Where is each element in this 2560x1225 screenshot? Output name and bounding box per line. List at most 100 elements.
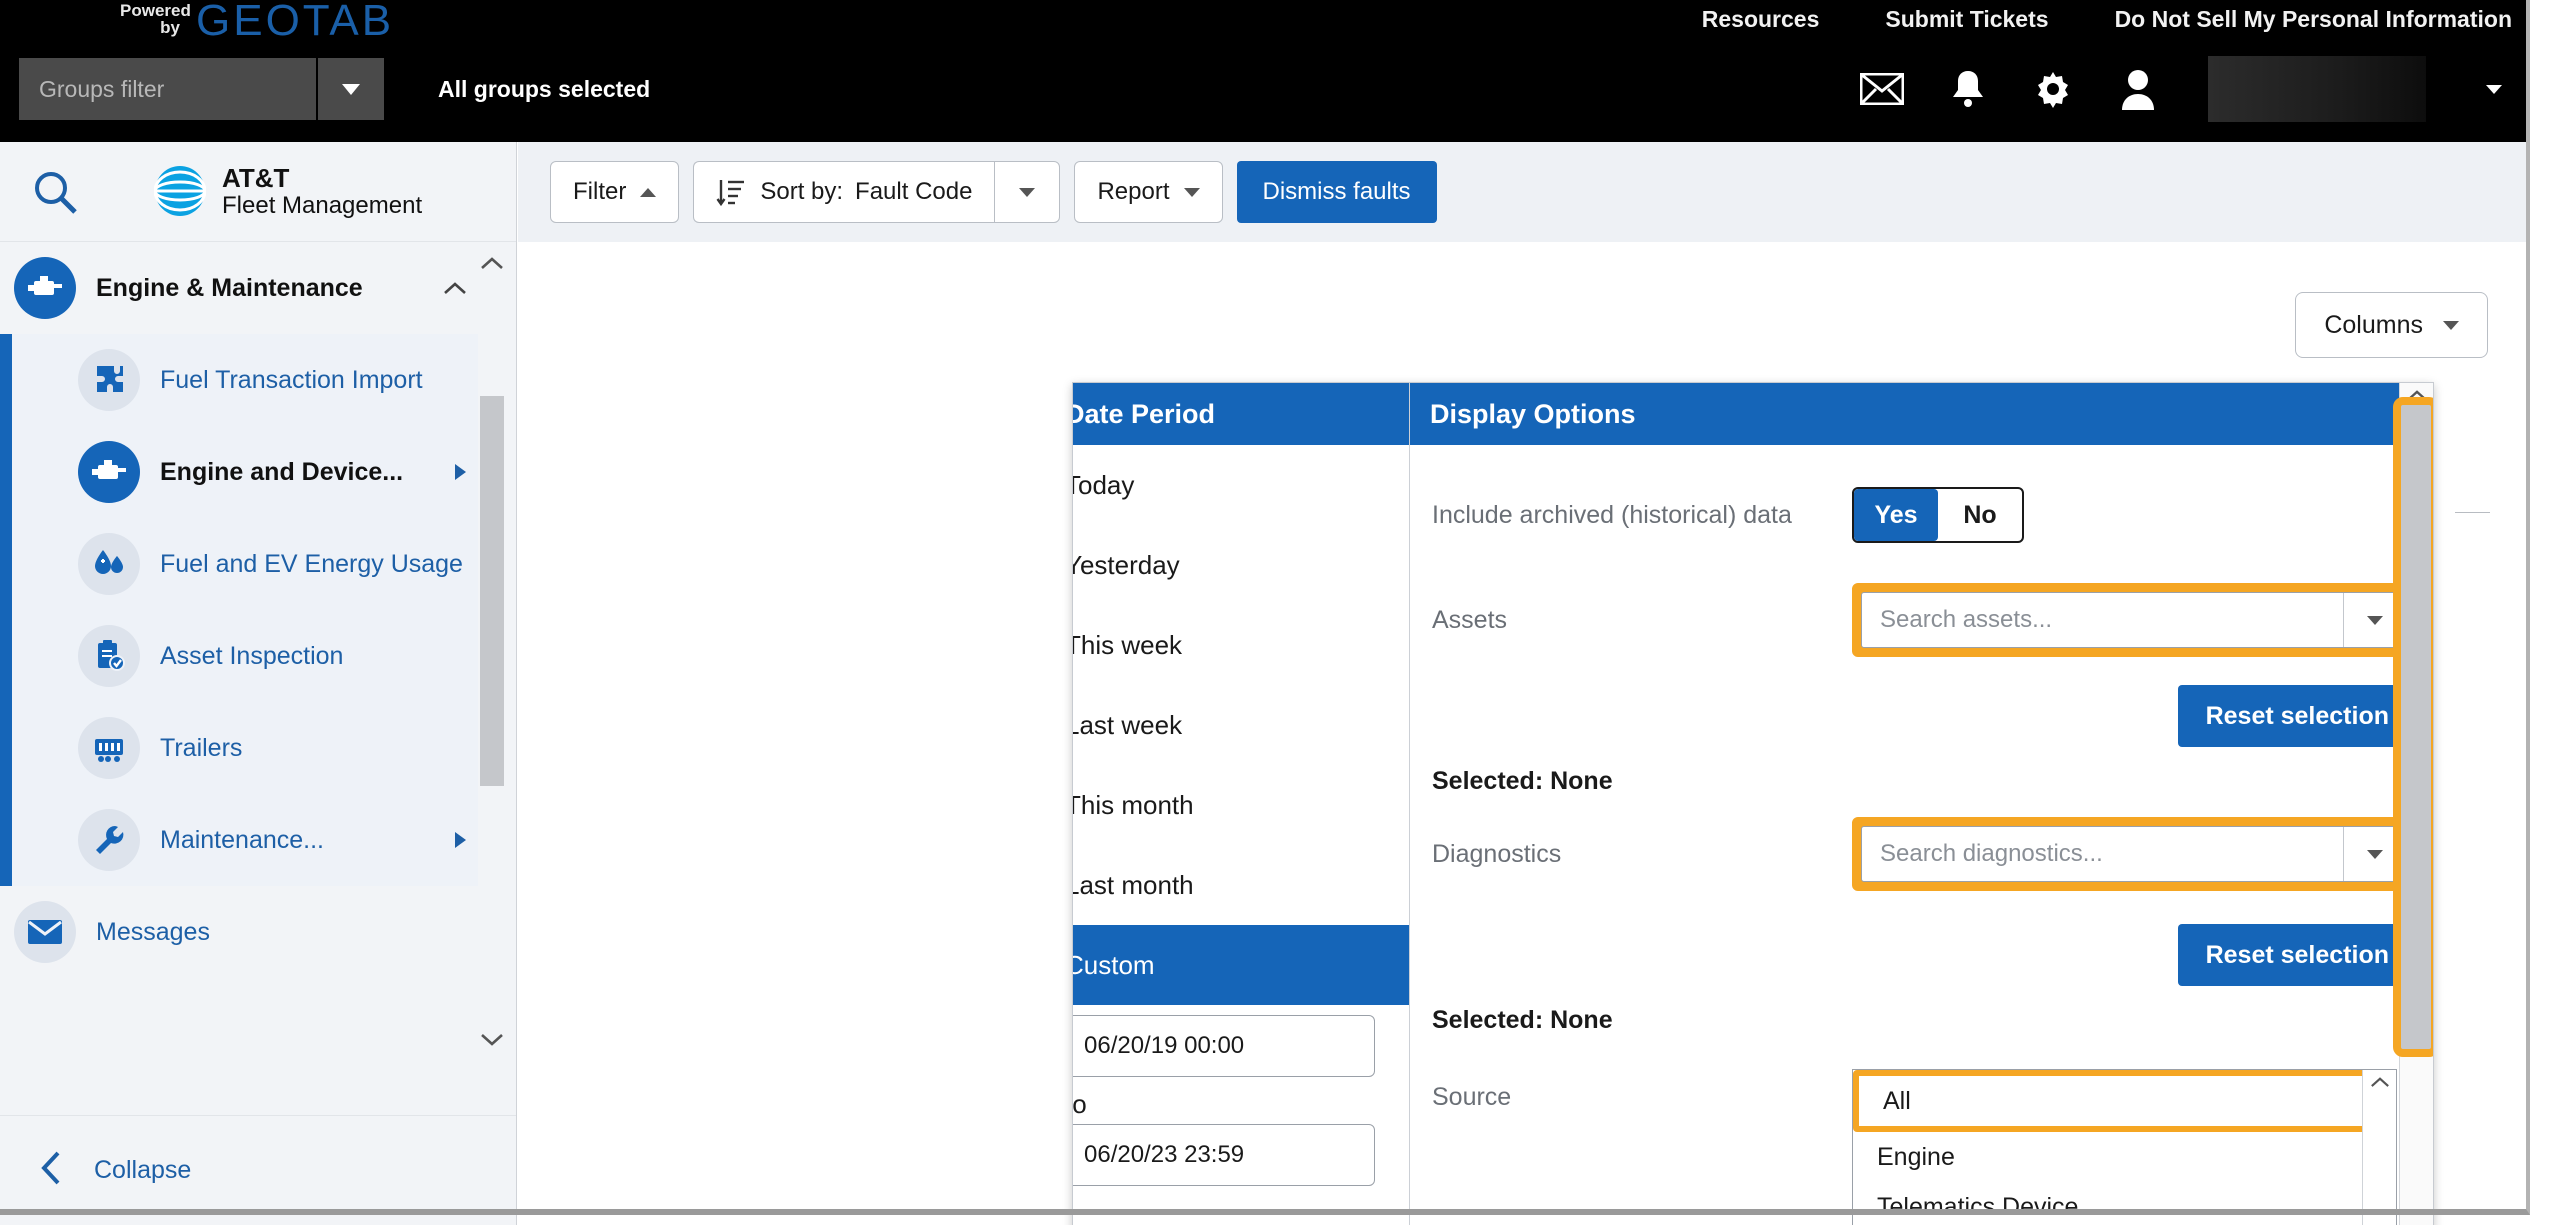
assets-label: Assets — [1432, 605, 1508, 634]
archived-yes-option[interactable]: Yes — [1854, 489, 1938, 541]
diagnostics-selected-status: Selected: None — [1432, 1006, 1613, 1034]
source-option-all[interactable]: All — [1859, 1076, 2390, 1126]
geotab-logo: GEOTAB — [196, 0, 395, 45]
date-to-label: to — [1072, 1089, 1087, 1119]
date-option-last-month[interactable]: Last month — [1073, 845, 1409, 925]
filter-button[interactable]: Filter — [550, 161, 680, 223]
right-gutter — [2530, 0, 2560, 1225]
att-globe-icon — [154, 166, 206, 217]
date-option-today[interactable]: Today — [1073, 445, 1409, 525]
mail-icon — [14, 901, 76, 963]
engine-icon — [14, 257, 76, 319]
archived-no-option[interactable]: No — [1938, 489, 2022, 541]
sidebar-item-label: Fuel Transaction Import — [160, 365, 423, 394]
sort-icon — [716, 177, 746, 207]
report-button[interactable]: Report — [1074, 161, 1223, 223]
date-period-column: Date Period Today Yesterday This week La… — [1072, 383, 1410, 1225]
sidebar-header: AT&T Fleet Management — [0, 142, 516, 242]
assets-selected-status: Selected: None — [1432, 767, 1613, 795]
groups-filter-caret[interactable] — [316, 58, 384, 120]
source-listbox-scrollbar[interactable] — [2362, 1070, 2396, 1225]
assets-reset-selection-button[interactable]: Reset selection — [2177, 685, 2417, 747]
user-name-redacted[interactable] — [2208, 56, 2426, 122]
chevron-down-icon — [1183, 187, 1200, 197]
scroll-up-arrow-icon[interactable] — [2370, 1076, 2389, 1088]
att-brand: AT&T Fleet Management — [154, 162, 422, 220]
gear-icon[interactable] — [2032, 68, 2074, 110]
columns-button[interactable]: Columns — [2295, 292, 2488, 358]
diagnostics-highlight-box: Search diagnostics... — [1852, 817, 2415, 891]
search-icon[interactable] — [26, 169, 84, 215]
chevron-up-icon — [640, 187, 657, 197]
sidebar-item-label: Messages — [96, 917, 210, 946]
filter-panel-scroll-thumb[interactable] — [2393, 397, 2433, 1057]
chevron-down-icon — [1019, 187, 1036, 197]
sidebar-item-fuel-transaction-import[interactable]: Fuel Transaction Import — [0, 334, 500, 426]
brand-line-1: AT&T — [222, 162, 290, 193]
chevron-up-icon[interactable] — [444, 281, 466, 295]
archived-data-toggle[interactable]: Yes No — [1852, 487, 2024, 543]
groups-filter-input[interactable]: Groups filter — [19, 76, 316, 103]
chevron-down-icon — [2443, 320, 2459, 330]
diagnostics-reset-selection-button[interactable]: Reset selection — [2177, 924, 2417, 986]
diagnostics-reset-row: Reset selection — [1410, 912, 2433, 998]
sort-by-control: Sort by: Fault Code — [693, 161, 1061, 223]
diagnostics-search-combo[interactable]: Search diagnostics... — [1861, 826, 2406, 882]
sidebar-item-fuel-ev-energy-usage[interactable]: Fuel and EV Energy Usage — [0, 518, 500, 610]
date-option-this-month[interactable]: This month — [1073, 765, 1409, 845]
sidebar-item-trailers[interactable]: Trailers — [0, 702, 500, 794]
sort-by-caret-button[interactable] — [994, 161, 1061, 223]
sidebar-scroll-track[interactable] — [478, 280, 506, 1022]
chevron-right-icon — [455, 832, 466, 848]
chevron-down-icon — [2366, 849, 2383, 859]
user-icon[interactable] — [2120, 68, 2156, 110]
source-row: Source All Engine Telematics Device — [1410, 1069, 2433, 1225]
date-from-input[interactable]: 06/20/19 00:00 — [1073, 1015, 1375, 1077]
date-option-this-week[interactable]: This week — [1073, 605, 1409, 685]
sidebar-group-engine-maintenance[interactable]: Engine & Maintenance — [0, 242, 500, 334]
sidebar-scrollbar[interactable] — [478, 246, 506, 1056]
user-menu-caret[interactable] — [2486, 84, 2502, 94]
app-root: Powered by GEOTAB Groups filter All grou… — [0, 0, 2560, 1225]
powered-word: Powered — [120, 1, 191, 20]
date-to-input[interactable]: 06/20/23 23:59 — [1073, 1124, 1375, 1186]
assets-search-combo[interactable]: Search assets... — [1861, 592, 2406, 648]
nav-link-submit-tickets[interactable]: Submit Tickets — [1885, 6, 2048, 33]
sort-by-value: Fault Code — [855, 178, 973, 205]
active-indicator-bar — [0, 334, 12, 886]
sidebar-item-asset-inspection[interactable]: Asset Inspection — [0, 610, 500, 702]
assets-search-input[interactable]: Search assets... — [1862, 593, 2343, 647]
sidebar-item-label: Engine and Device... — [160, 457, 404, 486]
sidebar-collapse-button[interactable]: Collapse — [0, 1115, 516, 1225]
source-option-telematics-device[interactable]: Telematics Device — [1853, 1182, 2396, 1225]
sidebar-item-messages[interactable]: Messages — [0, 886, 500, 978]
filter-dropdown-panel: Date Period Today Yesterday This week La… — [1072, 382, 2434, 1225]
source-option-engine[interactable]: Engine — [1853, 1132, 2396, 1182]
sidebar-item-engine-and-device[interactable]: Engine and Device... — [0, 426, 500, 518]
chevron-down-icon — [2366, 615, 2383, 625]
report-label: Report — [1097, 178, 1170, 205]
nav-link-resources[interactable]: Resources — [1702, 6, 1820, 33]
sort-by-button[interactable]: Sort by: Fault Code — [693, 161, 995, 223]
groups-filter-dropdown[interactable]: Groups filter — [19, 58, 384, 120]
date-option-yesterday[interactable]: Yesterday — [1073, 525, 1409, 605]
sidebar-item-maintenance[interactable]: Maintenance... — [0, 794, 500, 886]
scroll-down-arrow-icon[interactable] — [478, 1022, 506, 1056]
date-option-custom[interactable]: Custom — [1073, 925, 1409, 1005]
fuel-drop-icon — [78, 533, 140, 595]
sidebar-scroll-thumb[interactable] — [480, 396, 504, 786]
mail-icon[interactable] — [1860, 73, 1904, 105]
dismiss-faults-button[interactable]: Dismiss faults — [1236, 161, 1437, 223]
source-listbox[interactable]: All Engine Telematics Device — [1852, 1069, 2397, 1225]
bell-icon[interactable] — [1950, 68, 1986, 110]
engine-icon — [78, 441, 140, 503]
trailer-icon — [78, 717, 140, 779]
diagnostics-search-input[interactable]: Search diagnostics... — [1862, 827, 2343, 881]
source-option-all-highlight: All — [1853, 1070, 2396, 1132]
sidebar: AT&T Fleet Management Engine & Maintenan… — [0, 142, 517, 1225]
date-option-last-week[interactable]: Last week — [1073, 685, 1409, 765]
chevron-right-icon — [455, 464, 466, 480]
diagnostics-label: Diagnostics — [1432, 839, 1562, 868]
nav-link-do-not-sell[interactable]: Do Not Sell My Personal Information — [2115, 6, 2512, 33]
scroll-up-arrow-icon[interactable] — [478, 246, 506, 280]
